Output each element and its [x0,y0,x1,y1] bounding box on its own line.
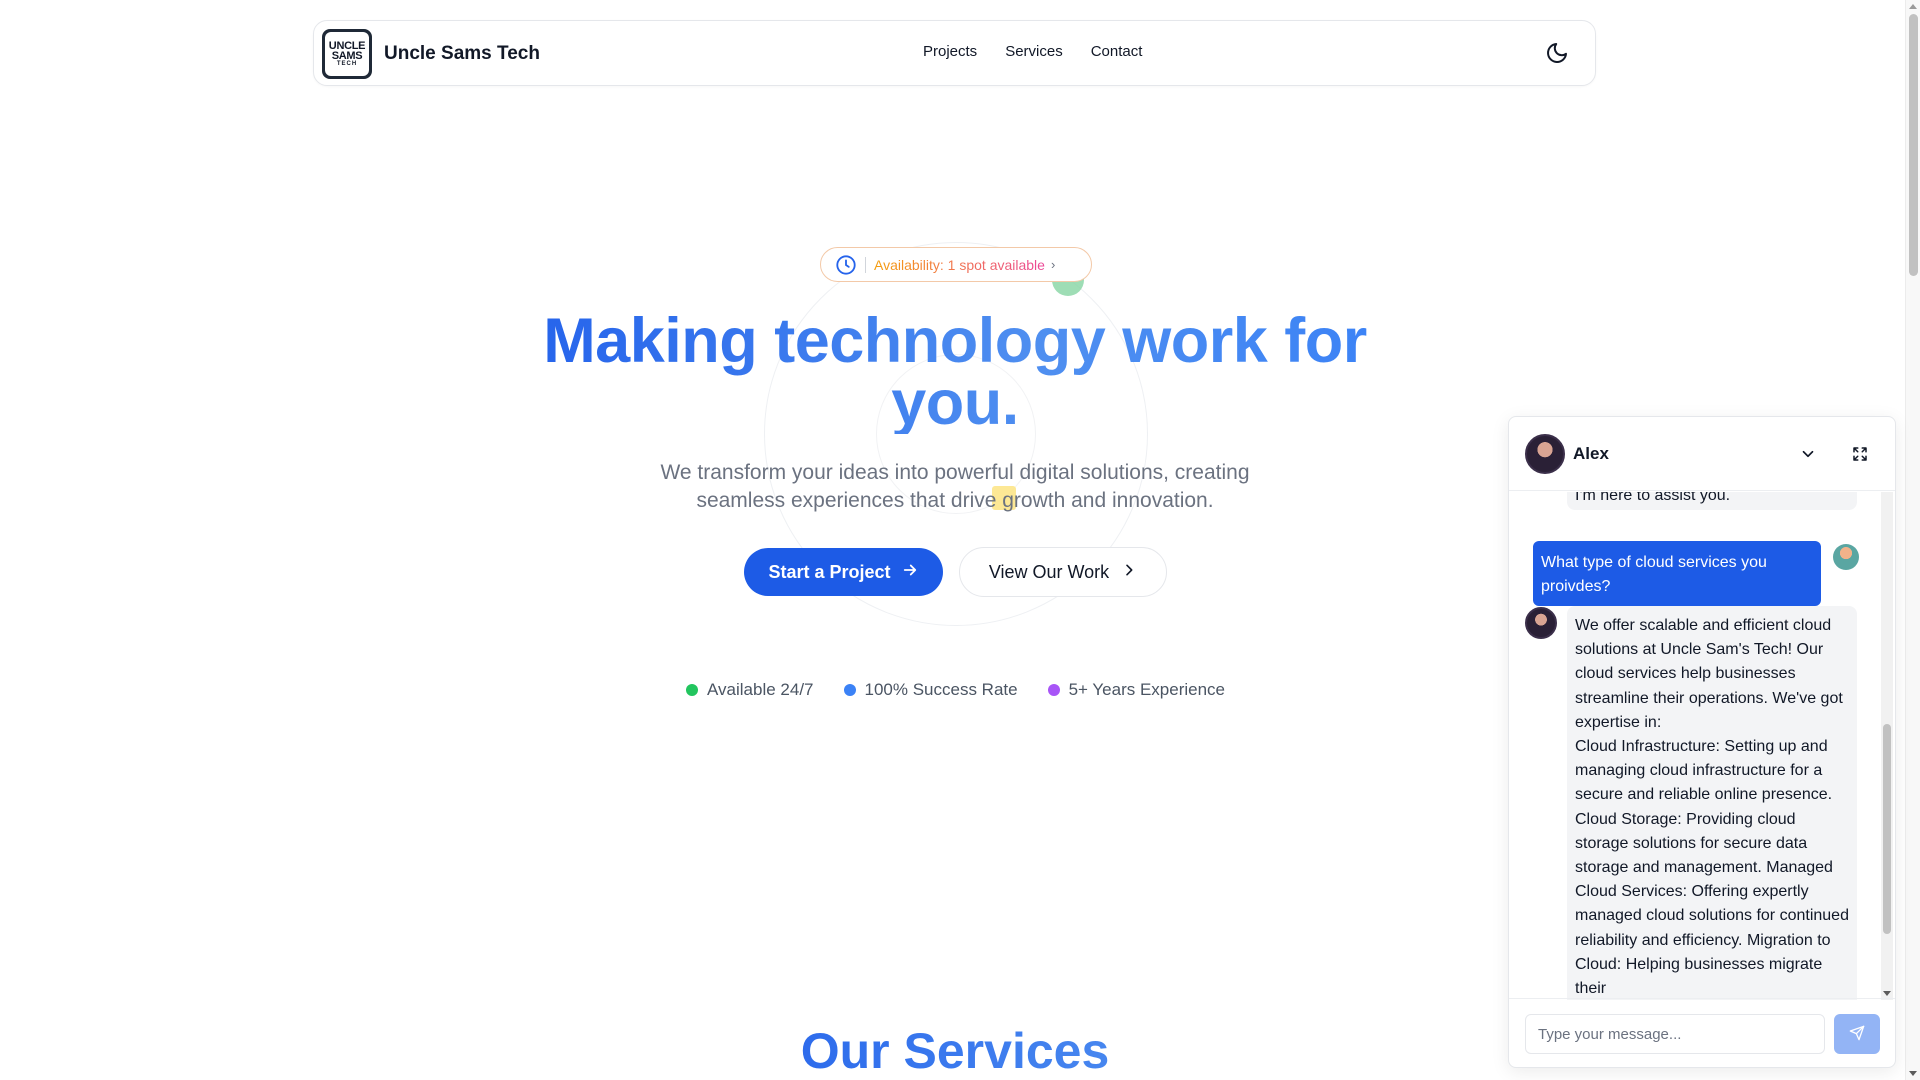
nav-links: Projects Services Contact [923,43,1142,60]
start-project-button[interactable]: Start a Project [744,548,943,596]
hero-title: Making technology work for you. [520,310,1390,435]
start-project-label: Start a Project [768,561,891,582]
logo-text-line2: SAMS [331,49,363,62]
send-icon [1849,1025,1865,1044]
user-avatar [1833,544,1859,570]
stat-label: Available 24/7 [707,680,814,699]
chat-footer [1509,998,1895,1067]
hero-stats: Available 24/7 100% Success Rate 5+ Year… [686,680,1225,700]
agent-name: Alex [1573,443,1609,463]
blue-dot-icon [843,684,856,696]
nav-link-contact[interactable]: Contact [1091,43,1143,60]
chat-scrollbar-thumb[interactable] [1883,724,1891,934]
chat-scroll-down-icon[interactable] [1883,991,1891,996]
hero-subtitle: We transform your ideas into powerful di… [660,461,1250,512]
expand-icon[interactable] [1851,445,1869,463]
chat-scrollbar[interactable] [1881,492,1893,1000]
agent-avatar-small [1525,607,1557,639]
nav-link-projects[interactable]: Projects [923,43,977,60]
purple-dot-icon [1047,684,1060,696]
bot-message-intro: We offer scalable and efficient cloud so… [1575,617,1843,731]
stat-success-rate: 100% Success Rate [843,680,1018,700]
availability-text: Availability: 1 spot available [874,256,1045,273]
green-dot-icon [686,684,698,696]
chat-message-input[interactable] [1525,1014,1825,1054]
logo-text-line3: TECH [336,60,358,67]
chat-header: Alex [1509,417,1895,491]
arrow-right-icon [901,561,919,584]
stat-label: 5+ Years Experience [1068,680,1226,699]
clock-icon [835,254,857,276]
user-message: What type of cloud services you proivdes… [1533,541,1821,606]
scroll-up-arrow-icon[interactable] [1909,4,1917,9]
page-scrollbar[interactable] [1905,0,1920,1080]
brand-link[interactable]: UNCLE SAMS TECH Uncle Sams Tech [322,29,540,79]
chevron-right-icon [1121,562,1137,583]
moon-icon[interactable] [1545,41,1569,65]
send-button[interactable] [1834,1014,1880,1054]
page-scrollbar-thumb[interactable] [1909,14,1918,276]
availability-badge[interactable]: Availability: 1 spot available › [820,247,1092,282]
nav-link-services[interactable]: Services [1005,43,1063,60]
stat-label: 100% Success Rate [864,680,1018,699]
badge-divider [865,256,866,273]
chat-messages[interactable]: I'm here to assist you. What type of clo… [1509,492,1895,1000]
view-work-label: View Our Work [988,561,1110,582]
logo: UNCLE SAMS TECH [322,29,372,79]
view-work-button[interactable]: View Our Work [959,547,1167,597]
bot-message-detail: Cloud Infrastructure: Setting up and man… [1575,738,1849,998]
bot-message: We offer scalable and efficient cloud so… [1567,606,1857,1000]
stat-availability: Available 24/7 [686,680,814,700]
scroll-down-arrow-icon[interactable] [1909,1071,1917,1076]
chevron-right-icon: › [1050,257,1056,272]
bot-message-previous: I'm here to assist you. [1567,492,1857,510]
navbar: UNCLE SAMS TECH Uncle Sams Tech Projects… [313,20,1596,86]
chevron-down-icon[interactable] [1799,445,1817,463]
chat-widget: Alex I'm here to assist you. What type o… [1508,416,1896,1068]
services-heading: Our Services [700,1022,1210,1080]
stat-experience: 5+ Years Experience [1047,680,1226,700]
brand-name: Uncle Sams Tech [384,43,540,64]
agent-avatar [1525,433,1565,474]
